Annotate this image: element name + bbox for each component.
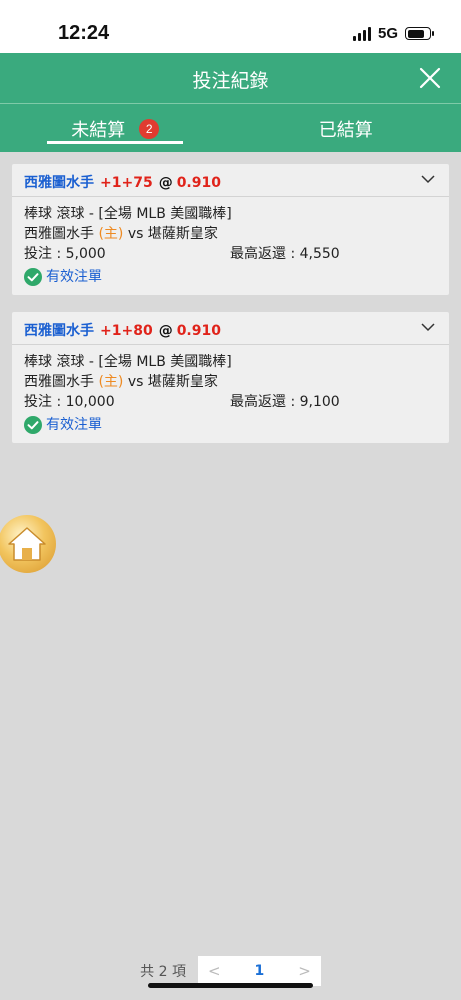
bet-status-label: 有效注單: [46, 269, 102, 285]
status-time: 12:24: [58, 22, 110, 44]
status-bar: 12:24 5G: [0, 0, 461, 53]
away-team: 堪薩斯皇家: [147, 226, 218, 242]
stake-amount: 投注 : 10,000: [24, 394, 115, 410]
home-button[interactable]: [0, 515, 56, 573]
signal-icon: [352, 26, 371, 41]
home-icon: [8, 527, 46, 561]
bet-odds: 0.910: [176, 323, 221, 339]
away-team: 堪薩斯皇家: [147, 374, 218, 390]
network-label: 5G: [377, 25, 398, 42]
tab-settled[interactable]: 已結算: [231, 104, 461, 152]
pagination: 共 2 項 < 1 >: [0, 956, 461, 986]
bet-status: 有效注單: [24, 415, 437, 435]
status-indicators: 5G: [352, 25, 434, 42]
check-circle-icon: [24, 416, 42, 434]
bet-selection-team: 西雅圖水手: [24, 323, 94, 339]
max-return: 最高返還 : 4,550: [230, 246, 340, 262]
next-page-button[interactable]: >: [298, 962, 311, 980]
bet-sport-line: 棒球 滾球 - [全場 MLB 美國職棒]: [24, 206, 232, 222]
bet-at-sign: @: [158, 175, 173, 191]
bet-matchup: 西雅圖水手 (主) vs 堪薩斯皇家: [24, 224, 437, 244]
bet-amounts: 投注 : 10,000 最高返還 : 9,100: [24, 392, 437, 412]
bet-handicap: +1+80: [100, 323, 153, 339]
current-page[interactable]: 1: [255, 963, 265, 979]
header-bar: 投注紀錄: [0, 53, 461, 104]
home-team: 西雅圖水手: [24, 226, 94, 242]
check-circle-icon: [24, 268, 42, 286]
bet-amounts: 投注 : 5,000 最高返還 : 4,550: [24, 244, 437, 264]
close-icon[interactable]: [417, 65, 443, 91]
pagination-controls: < 1 >: [197, 956, 321, 986]
home-indicator: [148, 983, 313, 988]
stake-amount: 投注 : 5,000: [24, 246, 106, 262]
pagination-total: 共 2 項: [140, 964, 186, 980]
bet-handicap: +1+75: [100, 175, 153, 191]
active-tab-indicator: [47, 141, 183, 144]
page-title: 投注紀錄: [192, 70, 269, 92]
bet-selection-team: 西雅圖水手: [24, 175, 94, 191]
home-marker: (主): [98, 226, 124, 242]
unsettled-count-badge: 2: [139, 119, 160, 139]
bet-status-label: 有效注單: [46, 417, 102, 433]
max-return: 最高返還 : 9,100: [230, 394, 340, 410]
prev-page-button[interactable]: <: [208, 962, 221, 980]
vs-label: vs: [127, 374, 144, 390]
bet-card-header[interactable]: 西雅圖水手 +1+75 @0.910: [12, 164, 449, 197]
bet-status: 有效注單: [24, 267, 437, 287]
vs-label: vs: [127, 226, 144, 242]
chevron-down-icon[interactable]: [421, 174, 435, 184]
bet-card-body: 棒球 滾球 - [全場 MLB 美國職棒] 西雅圖水手 (主) vs 堪薩斯皇家…: [12, 197, 449, 295]
home-marker: (主): [98, 374, 124, 390]
tab-unsettled[interactable]: 未結算 2: [0, 104, 231, 152]
bet-odds: 0.910: [176, 175, 221, 191]
bet-card-body: 棒球 滾球 - [全場 MLB 美國職棒] 西雅圖水手 (主) vs 堪薩斯皇家…: [12, 345, 449, 443]
bet-card: 西雅圖水手 +1+75 @0.910 棒球 滾球 - [全場 MLB 美國職棒] 西…: [12, 164, 449, 295]
bet-card: 西雅圖水手 +1+80 @0.910 棒球 滾球 - [全場 MLB 美國職棒] 西…: [12, 312, 449, 443]
bet-at-sign: @: [158, 323, 173, 339]
battery-icon: [405, 27, 434, 40]
tab-unsettled-label: 未結算: [71, 120, 126, 141]
chevron-down-icon[interactable]: [421, 322, 435, 332]
bet-matchup: 西雅圖水手 (主) vs 堪薩斯皇家: [24, 372, 437, 392]
bet-sport-line: 棒球 滾球 - [全場 MLB 美國職棒]: [24, 354, 232, 370]
tab-bar: 未結算 2 已結算: [0, 104, 461, 152]
home-team: 西雅圖水手: [24, 374, 94, 390]
bet-card-header[interactable]: 西雅圖水手 +1+80 @0.910: [12, 312, 449, 345]
tab-settled-label: 已結算: [318, 120, 373, 141]
